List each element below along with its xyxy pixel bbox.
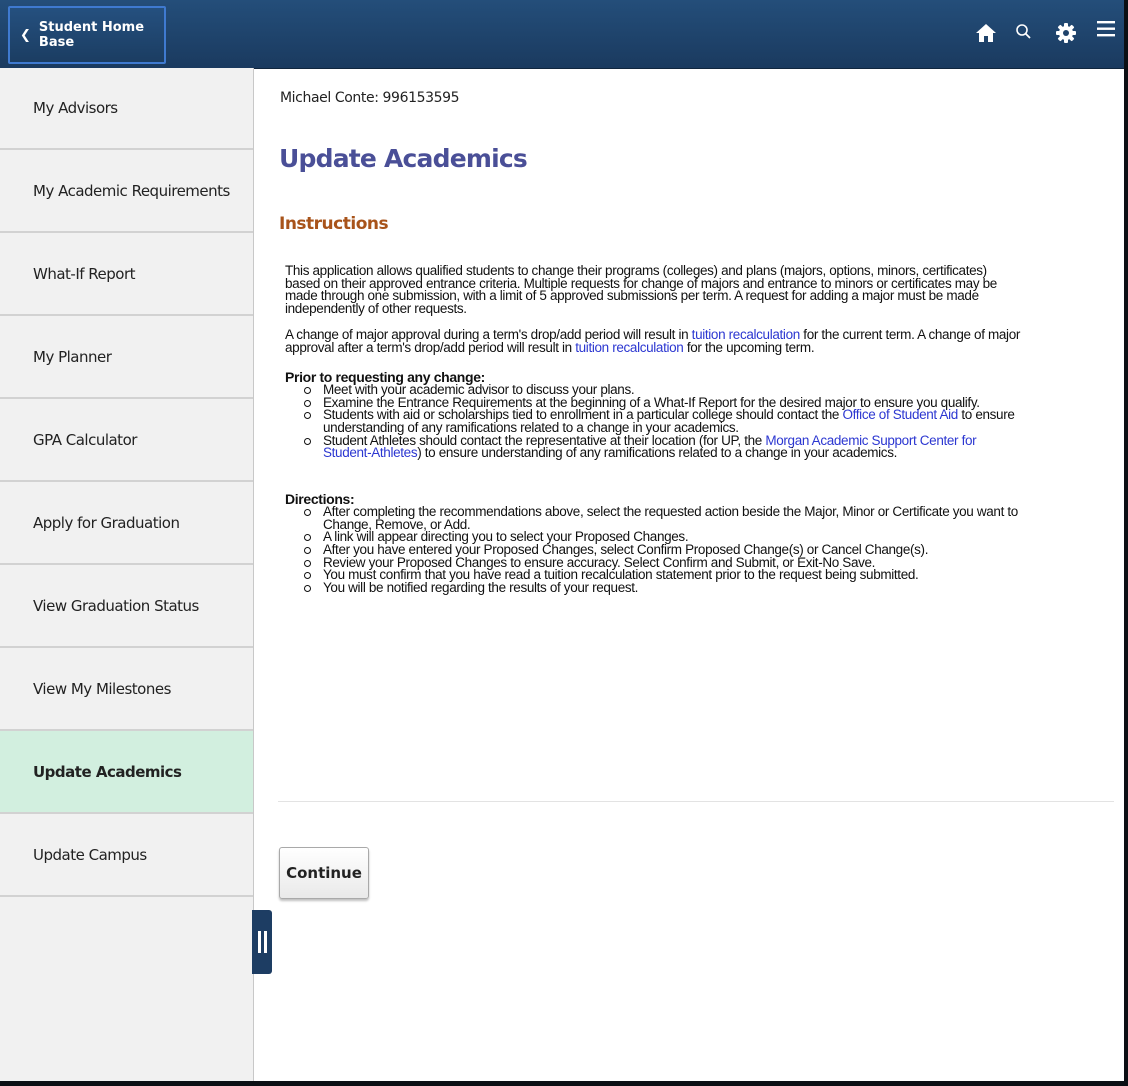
menu-icon[interactable] — [1093, 16, 1119, 42]
tuition-paragraph: A change of major approval during a term… — [285, 328, 1020, 355]
list-item: Students with aid or scholarships tied t… — [285, 407, 1020, 434]
sidebar-item-my-academic-requirements[interactable]: My Academic Requirements — [0, 150, 253, 233]
search-icon[interactable] — [1011, 20, 1037, 46]
office-of-student-aid-link[interactable]: Office of Student Aid — [842, 407, 958, 422]
content-divider — [278, 801, 1114, 802]
app-window: ❮ Student Home Base My Advisors My Acade… — [0, 0, 1124, 1081]
gear-icon[interactable] — [1053, 20, 1079, 46]
sidebar-item-gpa-calculator[interactable]: GPA Calculator — [0, 399, 253, 482]
directions-list: After completing the recommendations abo… — [285, 504, 1020, 595]
pause-bar-icon — [263, 931, 267, 953]
intro-paragraph: This application allows qualified studen… — [285, 263, 997, 317]
back-button-label: Student Home Base — [38, 20, 145, 50]
sidebar-item-view-graduation-status[interactable]: View Graduation Status — [0, 565, 253, 648]
list-item: After completing the recommendations abo… — [285, 504, 1020, 531]
continue-button[interactable]: Continue — [279, 847, 369, 899]
sidebar-item-apply-for-graduation[interactable]: Apply for Graduation — [0, 482, 253, 565]
home-icon[interactable] — [973, 20, 999, 46]
sidebar-item-update-campus[interactable]: Update Campus — [0, 814, 253, 897]
chevron-left-icon: ❮ — [20, 27, 31, 43]
sidebar-item-update-academics[interactable]: Update Academics — [0, 731, 253, 814]
section-title: Instructions — [279, 214, 389, 234]
tuition-recalculation-link[interactable]: tuition recalculation — [575, 340, 684, 355]
list-item-text: ) to ensure understanding of any ramific… — [417, 445, 898, 461]
list-item: You will be notified regarding the resul… — [285, 581, 1020, 595]
pause-bar-icon — [257, 931, 261, 953]
student-home-base-button[interactable]: ❮ Student Home Base — [8, 6, 166, 64]
sidebar-item-what-if-report[interactable]: What-If Report — [0, 233, 253, 316]
student-identifier: Michael Conte: 996153595 — [280, 90, 460, 106]
list-item: Student Athletes should contact the repr… — [285, 433, 1020, 461]
top-header: ❮ Student Home Base — [0, 0, 1124, 69]
sidebar-item-my-advisors[interactable]: My Advisors — [0, 68, 253, 150]
sidebar-item-my-planner[interactable]: My Planner — [0, 316, 253, 399]
sidebar-item-view-my-milestones[interactable]: View My Milestones — [0, 648, 253, 731]
sidebar-collapse-handle[interactable] — [252, 910, 272, 974]
prior-list: Meet with your academic advisor to discu… — [285, 383, 1020, 461]
sidebar-nav: My Advisors My Academic Requirements Wha… — [0, 68, 254, 1081]
page-title: Update Academics — [279, 144, 528, 173]
paragraph-text: for the upcoming term. — [683, 339, 815, 355]
instructions-body: This application allows qualified studen… — [285, 263, 1020, 595]
